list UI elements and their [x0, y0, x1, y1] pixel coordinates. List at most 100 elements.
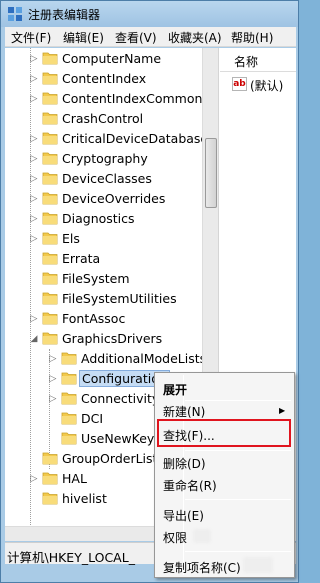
tree-node-label: FileSystem	[62, 271, 130, 286]
expand-arrow-icon[interactable]	[48, 413, 58, 425]
folder-icon	[42, 332, 58, 345]
tree-node[interactable]: ▷ Diagnostics	[5, 209, 202, 229]
tree-node-label: GroupOrderList	[62, 451, 158, 466]
tree-node[interactable]: ▷ ContentIndex	[5, 69, 202, 89]
tree-node[interactable]: ▷ DeviceClasses	[5, 169, 202, 189]
title-bar[interactable]: 注册表编辑器	[1, 1, 298, 27]
menu-item-permissions[interactable]: 权限	[163, 529, 187, 546]
expand-arrow-icon[interactable]	[29, 273, 39, 285]
expand-arrow-icon[interactable]: ▷	[29, 73, 39, 85]
expand-arrow-icon[interactable]	[29, 453, 39, 465]
menu-item-rename[interactable]: 重命名(R)	[163, 477, 217, 494]
menu-item-expand[interactable]: 展开	[163, 381, 187, 398]
tree-node[interactable]: ▷ DeviceOverrides	[5, 189, 202, 209]
tree-node[interactable]: ▷ Cryptography	[5, 149, 202, 169]
collapse-arrow-icon[interactable]: ◢	[29, 333, 39, 345]
folder-icon	[61, 352, 77, 365]
tree-node-label: DeviceClasses	[62, 171, 152, 186]
menu-bar: 文件(F) 编辑(E) 查看(V) 收藏夹(A) 帮助(H)	[5, 27, 296, 47]
tree-node-label: Els	[62, 231, 80, 246]
tree-node-label: ComputerName	[62, 51, 162, 66]
tree-node-label: DCI	[81, 411, 104, 426]
tree-node[interactable]: ▷ ComputerName	[5, 49, 202, 69]
context-menu: 展开 新建(N) ▶ 查找(F)... 删除(D) 重命名(R) 导出(E) 权…	[154, 372, 295, 578]
tree-node-label: HAL	[62, 471, 87, 486]
tree-node-label: CriticalDeviceDatabase	[62, 131, 209, 146]
tree-node-label: Errata	[62, 251, 101, 266]
menu-help[interactable]: 帮助(H)	[231, 29, 273, 46]
expand-arrow-icon[interactable]: ▷	[29, 213, 39, 225]
expand-arrow-icon[interactable]: ▷	[29, 173, 39, 185]
tree-node-label: AdditionalModeLists	[81, 351, 207, 366]
tree-node[interactable]: ▷ FontAssoc	[5, 309, 202, 329]
menu-separator	[185, 450, 291, 451]
column-header-label: 名称	[234, 55, 259, 69]
status-path: 计算机\HKEY_LOCAL_	[7, 550, 135, 565]
folder-icon	[42, 292, 58, 305]
menu-separator	[185, 551, 291, 552]
find-highlight-box	[157, 419, 291, 447]
obscured-text	[243, 557, 273, 573]
tree-node[interactable]: Errata	[5, 249, 202, 269]
folder-icon	[61, 412, 77, 425]
tree-node[interactable]: ▷ Els	[5, 229, 202, 249]
tree-node[interactable]: ▷ CriticalDeviceDatabase	[5, 129, 209, 149]
folder-icon	[42, 312, 58, 325]
expand-arrow-icon[interactable]: ▷	[29, 53, 39, 65]
expand-arrow-icon[interactable]	[48, 433, 58, 445]
folder-icon	[42, 92, 58, 105]
tree-node-label: FontAssoc	[62, 311, 126, 326]
tree-node[interactable]: FileSystemUtilities	[5, 289, 202, 309]
tree-node-label: DeviceOverrides	[62, 191, 166, 206]
value-name: (默认)	[250, 79, 284, 93]
expand-arrow-icon[interactable]: ▷	[48, 393, 58, 405]
folder-icon	[61, 372, 77, 385]
folder-icon	[42, 72, 58, 85]
expand-arrow-icon[interactable]: ▷	[48, 373, 58, 385]
expand-arrow-icon[interactable]	[29, 113, 39, 125]
expand-arrow-icon[interactable]	[29, 493, 39, 505]
window-title: 注册表编辑器	[28, 8, 101, 22]
expand-arrow-icon[interactable]: ▷	[48, 353, 58, 365]
tree-node-label: Connectivity	[81, 391, 160, 406]
expand-arrow-icon[interactable]	[29, 253, 39, 265]
tree-node-label: GraphicsDrivers	[62, 331, 163, 346]
expand-arrow-icon[interactable]: ▷	[29, 233, 39, 245]
tree-node[interactable]: ◢ GraphicsDrivers	[5, 329, 202, 349]
expand-arrow-icon[interactable]: ▷	[29, 153, 39, 165]
menu-file[interactable]: 文件(F)	[11, 29, 51, 46]
folder-icon	[61, 392, 77, 405]
expand-arrow-icon[interactable]: ▷	[29, 93, 39, 105]
tree-node-label: Diagnostics	[62, 211, 135, 226]
folder-icon	[42, 112, 58, 125]
expand-arrow-icon[interactable]: ▷	[29, 193, 39, 205]
tree-node[interactable]: CrashControl	[5, 109, 202, 129]
folder-icon	[42, 172, 58, 185]
tree-node-label: CrashControl	[62, 111, 144, 126]
menu-item-copy-key-name[interactable]: 复制项名称(C)	[163, 559, 241, 576]
menu-favorites[interactable]: 收藏夹(A)	[168, 29, 222, 46]
folder-icon	[42, 192, 58, 205]
tree-node[interactable]: ▷ AdditionalModeLists	[5, 349, 207, 369]
expand-arrow-icon[interactable]: ▷	[29, 473, 39, 485]
tree-node-label: Cryptography	[62, 151, 148, 166]
menu-item-delete[interactable]: 删除(D)	[163, 455, 206, 472]
tree-node[interactable]: ▷ ContentIndexCommon	[5, 89, 203, 109]
expand-arrow-icon[interactable]: ▷	[29, 133, 39, 145]
folder-icon	[42, 272, 58, 285]
menu-view[interactable]: 查看(V)	[115, 29, 157, 46]
menu-item-export[interactable]: 导出(E)	[163, 507, 204, 524]
tree-node[interactable]: FileSystem	[5, 269, 202, 289]
expand-arrow-icon[interactable]: ▷	[29, 313, 39, 325]
menu-separator	[185, 400, 291, 401]
menu-separator	[185, 499, 291, 500]
menu-edit[interactable]: 编辑(E)	[63, 29, 104, 46]
menu-item-new[interactable]: 新建(N)	[163, 403, 205, 420]
folder-icon	[42, 132, 58, 145]
column-header-name[interactable]: 名称	[220, 48, 296, 72]
scrollbar-thumb[interactable]	[205, 138, 217, 208]
expand-arrow-icon[interactable]	[29, 293, 39, 305]
tree-node-label: ContentIndex	[62, 71, 147, 86]
obscured-text	[193, 529, 211, 543]
tree-node-label: hivelist	[62, 491, 107, 506]
